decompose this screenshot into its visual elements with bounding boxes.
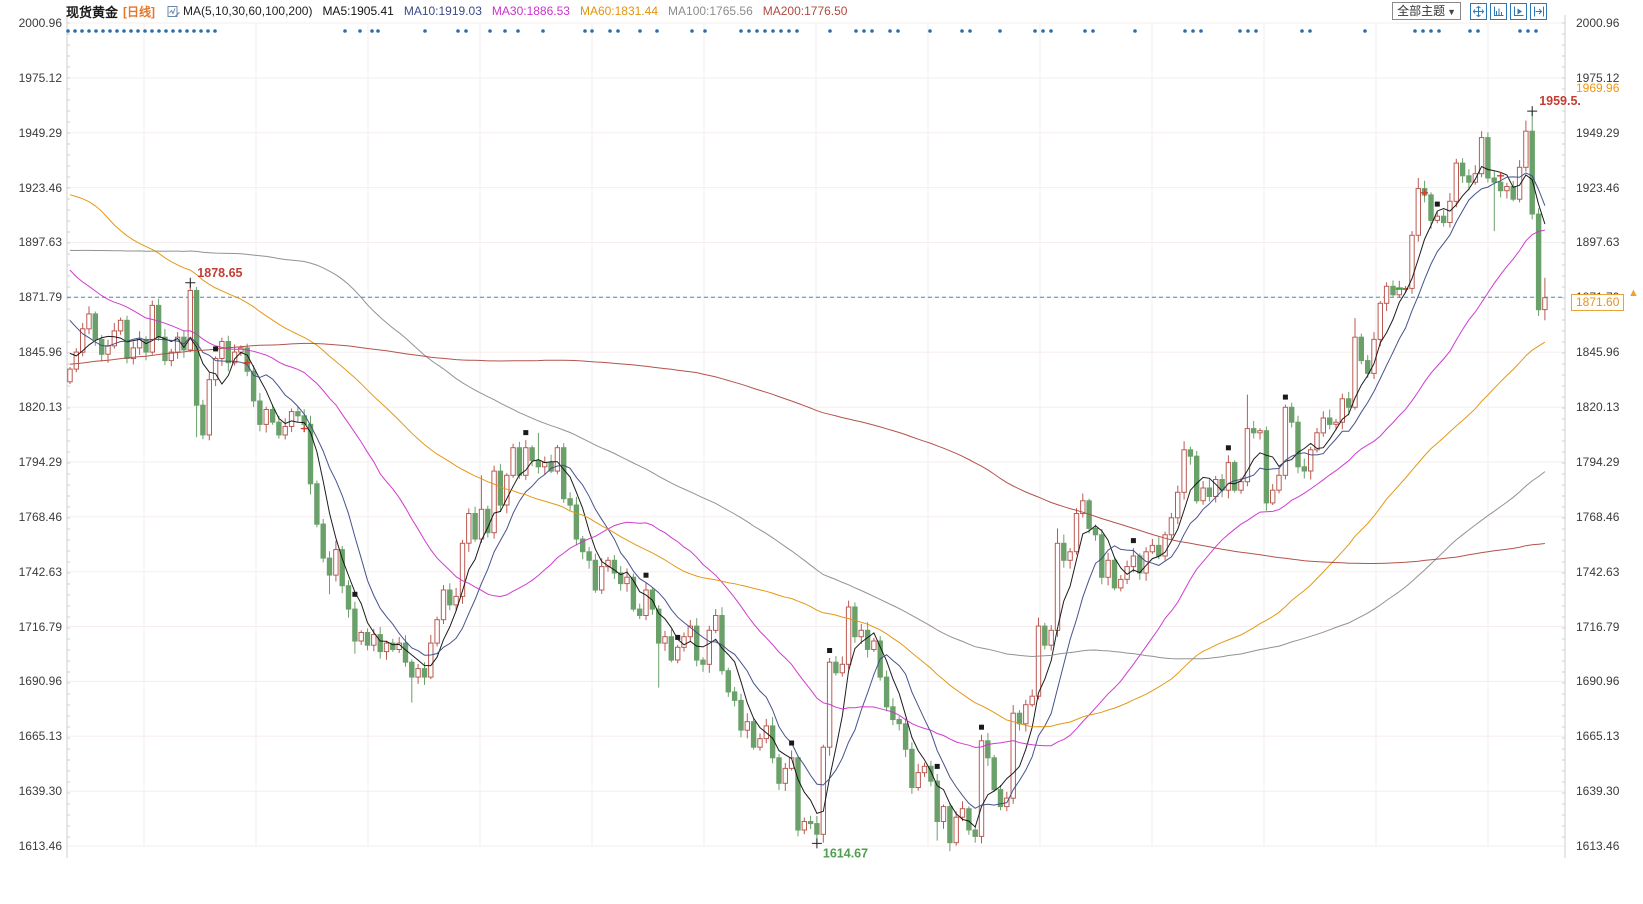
export-tool-button[interactable]: [1530, 3, 1547, 20]
y-axis-tick-label: 1923.46: [4, 180, 62, 196]
chevron-down-icon: ▼: [1447, 7, 1456, 17]
svg-text:1614.67: 1614.67: [823, 846, 868, 860]
y-axis-tick-label: 1690.96: [1576, 673, 1643, 689]
ma5-value: MA5:1905.41: [322, 4, 393, 18]
theme-dropdown-label: 全部主题: [1397, 4, 1445, 18]
axis-high-price-label: 1969.96: [1576, 81, 1619, 95]
ma10-value: MA10:1919.03: [404, 4, 482, 18]
range-zoom-tool-button[interactable]: [1490, 3, 1507, 20]
playback-icon: [1513, 6, 1524, 17]
y-axis-tick-label: 1923.46: [1576, 180, 1643, 196]
y-axis-tick-label: 1665.13: [1576, 728, 1643, 744]
y-axis-tick-label: 1949.29: [4, 125, 62, 141]
period-label[interactable]: [日线]: [123, 3, 155, 20]
y-axis-tick-label: 1639.30: [1576, 783, 1643, 799]
ma200-value: MA200:1776.50: [763, 4, 848, 18]
y-axis-tick-label: 1768.46: [4, 509, 62, 525]
y-axis-tick-label: 1794.29: [1576, 454, 1643, 470]
y-axis-tick-label: 1820.13: [4, 399, 62, 415]
y-axis-tick-label: 1845.96: [1576, 344, 1643, 360]
ma60-value: MA60:1831.44: [580, 4, 658, 18]
y-axis-tick-label: 1742.63: [4, 564, 62, 580]
candlestick-chart[interactable]: 1878.65 1959.5. 1614.67: [0, 0, 1643, 899]
y-axis-tick-label: 1949.29: [1576, 125, 1643, 141]
y-axis-tick-label: 1897.63: [4, 234, 62, 250]
move-cross-icon: [1473, 6, 1484, 17]
y-axis-tick-label: 1820.13: [1576, 399, 1643, 415]
y-axis-tick-label: 1690.96: [4, 673, 62, 689]
y-axis-tick-label: 1742.63: [1576, 564, 1643, 580]
y-axis-tick-label: 1845.96: [4, 344, 62, 360]
ma-group-label: MA(5,10,30,60,100,200): [183, 4, 312, 18]
y-axis-tick-label: 1639.30: [4, 783, 62, 799]
ma100-value: MA100:1765.56: [668, 4, 753, 18]
y-axis-tick-label: 1716.79: [4, 619, 62, 635]
instrument-title: 现货黄金: [66, 2, 118, 21]
y-axis-tick-label: 1716.79: [1576, 619, 1643, 635]
y-axis-tick-label: 1613.46: [4, 838, 62, 854]
current-price-badge[interactable]: 1871.60: [1571, 294, 1624, 311]
theme-dropdown[interactable]: 全部主题▼: [1392, 2, 1461, 20]
y-axis-tick-label: 1975.12: [4, 70, 62, 86]
move-tool-button[interactable]: [1470, 3, 1487, 20]
range-zoom-icon: [1493, 6, 1504, 17]
y-axis-tick-label: 1871.79: [4, 289, 62, 305]
y-axis-tick-label: 1897.63: [1576, 234, 1643, 250]
svg-text:1878.65: 1878.65: [197, 266, 242, 280]
svg-text:1959.5.: 1959.5.: [1539, 94, 1581, 108]
chart-toolbar: 全部主题▼: [1392, 2, 1547, 20]
y-axis-tick-label: 1768.46: [1576, 509, 1643, 525]
arrow-out-icon: [1533, 6, 1544, 17]
ma30-value: MA30:1886.53: [492, 4, 570, 18]
playback-tool-button[interactable]: [1510, 3, 1527, 20]
indicator-settings-icon[interactable]: [167, 5, 180, 18]
y-axis-tick-label: 1794.29: [4, 454, 62, 470]
y-axis-tick-label: 1613.46: [1576, 838, 1643, 854]
price-alert-arrow-icon[interactable]: ▲: [1628, 287, 1639, 299]
y-axis-tick-label: 1665.13: [4, 728, 62, 744]
